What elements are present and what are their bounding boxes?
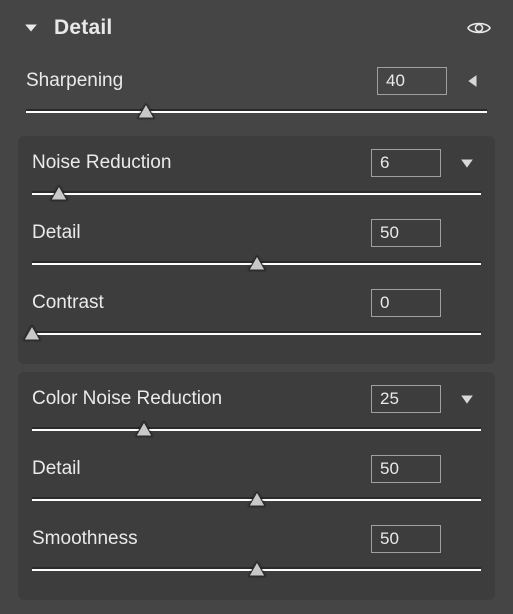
color-noise-collapse-icon[interactable] xyxy=(453,385,481,413)
detail-panel: Detail Sharpening 40 Noise Reduct xyxy=(0,0,513,614)
panel-title: Detail xyxy=(54,16,467,40)
color-detail-value[interactable]: 50 xyxy=(371,455,441,483)
color-smoothness-value[interactable]: 50 xyxy=(371,525,441,553)
slider-thumb-icon[interactable] xyxy=(248,255,266,271)
noise-reduction-value[interactable]: 6 xyxy=(371,149,441,177)
sharpening-value[interactable]: 40 xyxy=(377,67,447,95)
sharpening-label: Sharpening xyxy=(26,70,377,92)
color-detail-slider[interactable] xyxy=(32,492,481,516)
slider-thumb-icon[interactable] xyxy=(137,103,155,119)
noise-reduction-label: Noise Reduction xyxy=(32,152,371,174)
noise-detail-slider[interactable] xyxy=(32,256,481,280)
color-smoothness-control: Smoothness 50 xyxy=(26,516,487,586)
sharpening-slider[interactable] xyxy=(26,104,487,128)
color-noise-control: Color Noise Reduction 25 xyxy=(26,376,487,446)
collapse-chevron-icon[interactable] xyxy=(22,19,40,37)
slider-thumb-icon[interactable] xyxy=(135,421,153,437)
noise-detail-value[interactable]: 50 xyxy=(371,219,441,247)
noise-contrast-control: Contrast 0 xyxy=(26,280,487,350)
noise-detail-control: Detail 50 xyxy=(26,210,487,280)
noise-reduction-collapse-icon[interactable] xyxy=(453,149,481,177)
noise-reduction-control: Noise Reduction 6 xyxy=(26,140,487,210)
slider-thumb-icon[interactable] xyxy=(248,561,266,577)
eye-icon[interactable] xyxy=(467,16,491,40)
slider-thumb-icon[interactable] xyxy=(23,325,41,341)
slider-thumb-icon[interactable] xyxy=(248,491,266,507)
color-noise-slider[interactable] xyxy=(32,422,481,446)
noise-contrast-slider[interactable] xyxy=(32,326,481,350)
color-detail-label: Detail xyxy=(32,458,371,480)
color-noise-value[interactable]: 25 xyxy=(371,385,441,413)
color-detail-control: Detail 50 xyxy=(26,446,487,516)
panel-header: Detail xyxy=(14,6,499,56)
color-noise-reduction-group: Color Noise Reduction 25 Detail 50 xyxy=(18,372,495,600)
sharpening-expand-icon[interactable] xyxy=(459,67,487,95)
noise-contrast-value[interactable]: 0 xyxy=(371,289,441,317)
noise-reduction-group: Noise Reduction 6 Detail 50 xyxy=(18,136,495,364)
noise-contrast-label: Contrast xyxy=(32,292,371,314)
sharpening-control: Sharpening 40 xyxy=(14,56,499,128)
color-noise-label: Color Noise Reduction xyxy=(32,388,371,410)
color-smoothness-label: Smoothness xyxy=(32,528,371,550)
noise-reduction-slider[interactable] xyxy=(32,186,481,210)
noise-detail-label: Detail xyxy=(32,222,371,244)
color-smoothness-slider[interactable] xyxy=(32,562,481,586)
slider-thumb-icon[interactable] xyxy=(50,185,68,201)
